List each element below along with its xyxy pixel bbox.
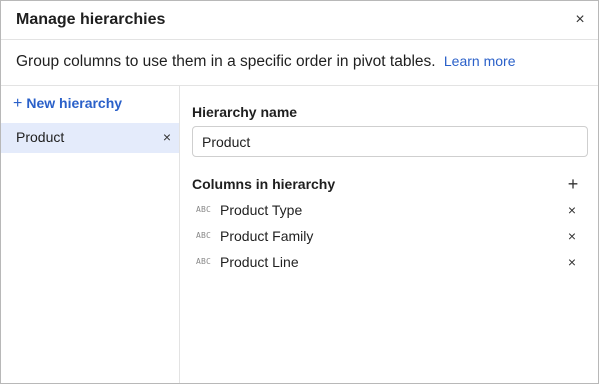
learn-more-link[interactable]: Learn more <box>444 53 516 69</box>
column-row-product-line: ABC Product Line × <box>192 250 588 276</box>
column-name: Product Line <box>220 254 299 270</box>
add-column-icon[interactable]: + <box>563 174 583 194</box>
column-row-product-type: ABC Product Type × <box>192 198 588 224</box>
remove-hierarchy-icon[interactable]: × <box>159 128 175 146</box>
dialog-header: Manage hierarchies × <box>1 1 598 40</box>
remove-column-icon[interactable]: × <box>564 253 580 271</box>
text-type-icon: ABC <box>196 205 212 214</box>
dialog-description: Group columns to use them in a specific … <box>1 40 598 86</box>
column-name: Product Type <box>220 202 303 218</box>
remove-column-icon[interactable]: × <box>564 201 580 219</box>
hierarchy-editor: Hierarchy name Columns in hierarchy + AB… <box>181 86 598 383</box>
hierarchy-list-panel: + New hierarchy Product × <box>1 86 180 383</box>
hierarchy-name-label: Hierarchy name <box>192 104 298 120</box>
column-name: Product Family <box>220 228 314 244</box>
columns-in-hierarchy-label: Columns in hierarchy <box>192 176 336 192</box>
hierarchy-item-label: Product <box>16 129 65 145</box>
hierarchy-name-input[interactable] <box>192 126 588 157</box>
text-type-icon: ABC <box>196 257 212 266</box>
manage-hierarchies-dialog: Manage hierarchies × Group columns to us… <box>0 0 599 384</box>
dialog-title: Manage hierarchies <box>16 11 166 28</box>
close-icon[interactable]: × <box>570 10 590 30</box>
text-type-icon: ABC <box>196 231 212 240</box>
new-hierarchy-button[interactable]: + New hierarchy <box>13 95 122 113</box>
description-text: Group columns to use them in a specific … <box>16 53 436 70</box>
new-hierarchy-label: New hierarchy <box>26 95 123 111</box>
remove-column-icon[interactable]: × <box>564 227 580 245</box>
plus-icon: + <box>13 95 23 112</box>
column-row-product-family: ABC Product Family × <box>192 224 588 250</box>
hierarchy-item-product[interactable]: Product × <box>1 123 179 153</box>
